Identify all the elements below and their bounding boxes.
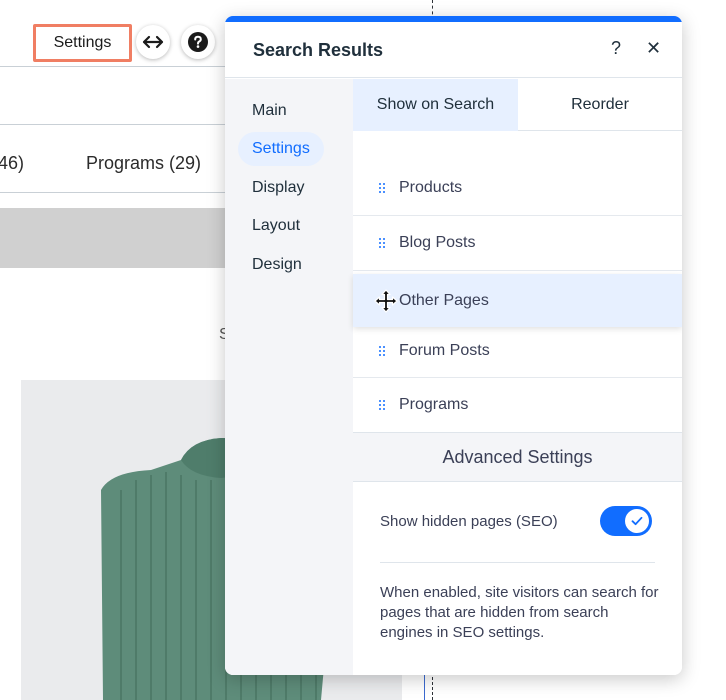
list-item-label: Forum Posts — [399, 341, 490, 359]
move-cursor-icon — [374, 289, 398, 313]
category-tab-partial[interactable]: 46) — [0, 153, 24, 174]
canvas-guide-line — [0, 124, 232, 125]
canvas-guide-line — [0, 192, 232, 193]
canvas-strip — [0, 208, 232, 268]
list-item-label: Programs — [399, 396, 469, 413]
horizontal-arrows-icon — [142, 35, 164, 49]
list-item-forum-posts[interactable]: Forum Posts — [353, 324, 682, 378]
nav-item-main[interactable]: Main — [238, 94, 301, 128]
panel-title: Search Results — [253, 40, 384, 60]
show-hidden-pages-toggle[interactable] — [600, 506, 652, 536]
list-item-label: Other Pages — [399, 291, 489, 309]
nav-item-display[interactable]: Display — [238, 171, 318, 205]
toggle-label: Show hidden pages (SEO) — [380, 513, 558, 530]
toggle-description: When enabled, site visitors can search f… — [380, 584, 659, 641]
settings-button[interactable]: Settings — [33, 24, 132, 62]
category-tab-programs[interactable]: Programs (29) — [86, 153, 201, 174]
panel-tabs: Show on Search Reorder — [353, 79, 682, 131]
check-icon — [631, 516, 643, 526]
list-item-label: Products — [399, 179, 463, 196]
divider — [380, 562, 655, 563]
nav-item-layout[interactable]: Layout — [238, 209, 314, 243]
list-item-products[interactable]: Products — [353, 161, 682, 216]
list-item-label: Blog Posts — [399, 234, 476, 251]
panel-header: Search Results ? ✕ — [225, 22, 682, 78]
panel-side-nav: Main Settings Display Layout Design — [225, 79, 353, 675]
drag-handle-icon[interactable] — [379, 238, 385, 248]
toggle-knob — [625, 509, 649, 533]
advanced-settings-label: Advanced Settings — [442, 446, 593, 467]
question-circle-icon — [188, 32, 208, 52]
drag-handle-icon[interactable] — [379, 345, 385, 356]
tab-reorder[interactable]: Reorder — [518, 79, 682, 131]
list-item-programs[interactable]: Programs — [353, 378, 682, 432]
list-item-other-pages[interactable]: Other Pages — [353, 274, 682, 327]
tab-show-on-search[interactable]: Show on Search — [353, 79, 518, 131]
close-icon[interactable]: ✕ — [646, 38, 661, 59]
nav-item-design[interactable]: Design — [238, 248, 316, 282]
drag-handle-icon[interactable] — [379, 183, 385, 193]
nav-item-settings[interactable]: Settings — [238, 132, 324, 166]
advanced-settings-header: Advanced Settings — [353, 432, 682, 482]
stretch-button[interactable] — [136, 25, 170, 59]
search-results-panel: Search Results ? ✕ Main Settings Display… — [225, 16, 682, 675]
canvas-selection-line — [424, 672, 425, 700]
drag-handle-icon[interactable] — [379, 400, 385, 410]
list-item-blog-posts[interactable]: Blog Posts — [353, 216, 682, 271]
canvas-gridline — [432, 672, 433, 700]
panel-content: Show on Search Reorder Products Blog Pos… — [353, 79, 682, 675]
help-button[interactable] — [181, 25, 215, 59]
help-icon[interactable]: ? — [611, 38, 621, 59]
settings-button-label: Settings — [53, 34, 112, 51]
canvas-guide-line — [0, 66, 232, 67]
